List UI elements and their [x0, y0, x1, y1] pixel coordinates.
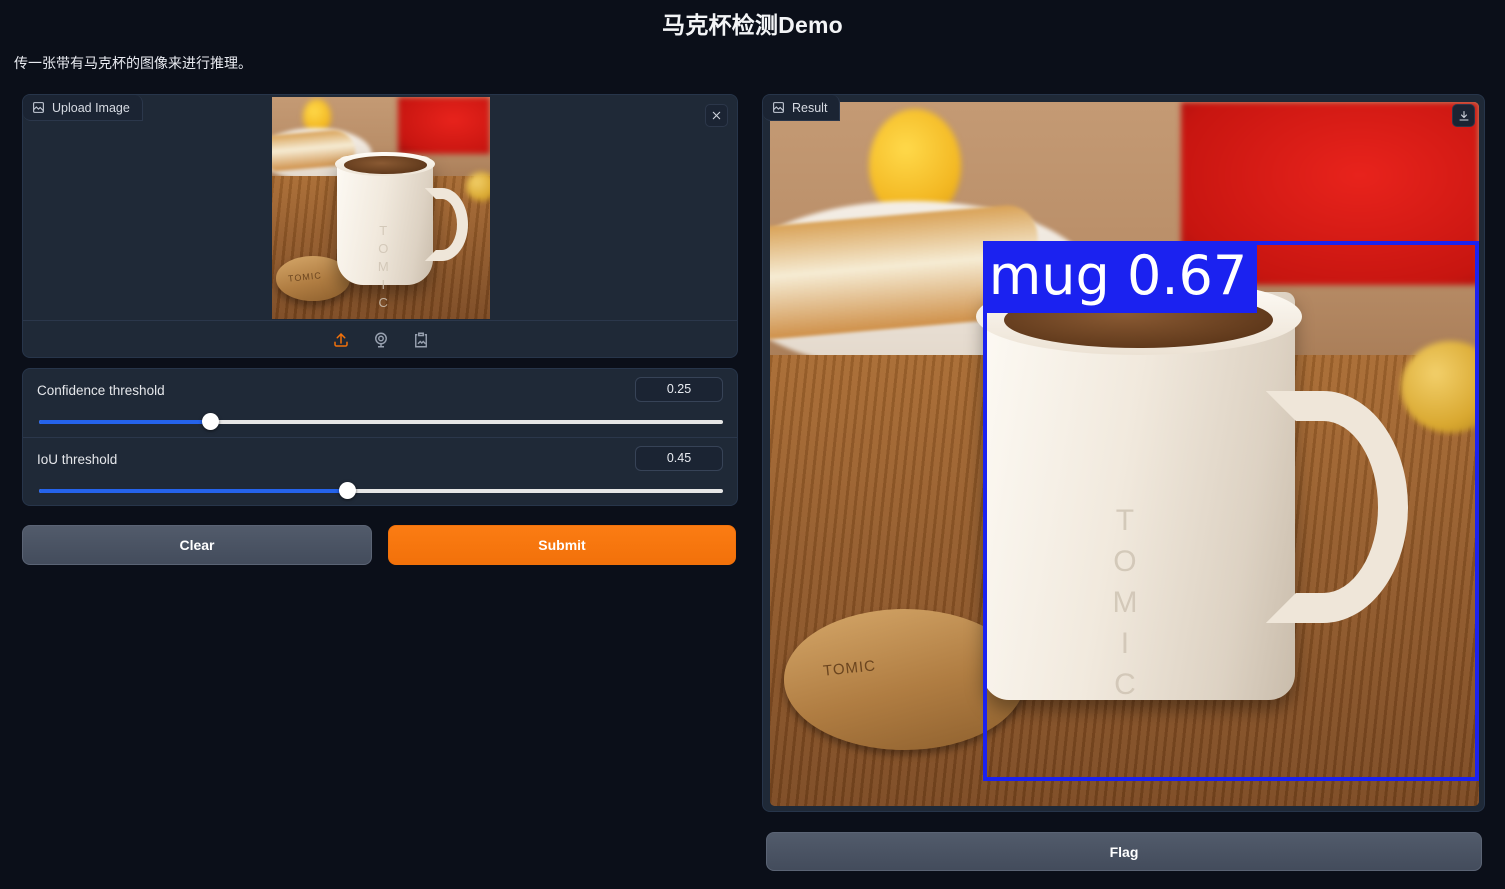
iou-threshold-slider[interactable] — [39, 482, 723, 499]
slider-handle[interactable] — [202, 413, 219, 430]
slider-fill — [39, 489, 347, 493]
mug-brand-text: TOMIC — [375, 223, 391, 314]
photo-red-object — [398, 96, 490, 155]
confidence-threshold-label: Confidence threshold — [37, 383, 165, 398]
confidence-threshold-value[interactable]: 0.25 — [635, 377, 723, 402]
paste-clipboard-icon[interactable] — [410, 329, 432, 351]
upload-image-dropzone[interactable]: TOMIC TOMIC — [23, 95, 737, 320]
download-icon[interactable] — [1452, 104, 1475, 127]
slider-handle[interactable] — [338, 482, 356, 499]
page-subtitle: 传一张带有马克杯的图像来进行推理。 — [14, 55, 252, 71]
webcam-icon[interactable] — [370, 329, 392, 351]
result-tab-label: Result — [792, 100, 828, 115]
image-icon — [772, 101, 785, 114]
upload-image-tab-label: Upload Image — [52, 100, 130, 115]
lid-brand-text: TOMIC — [287, 270, 323, 285]
upload-toolbar — [23, 320, 737, 357]
threshold-settings-panel: Confidence threshold 0.25 IoU threshold … — [22, 368, 738, 506]
detection-bounding-box: mug 0.67 — [982, 240, 1479, 781]
mug-photo: TOMIC TOMIC — [272, 96, 490, 319]
upload-icon[interactable] — [330, 329, 352, 351]
flag-button[interactable]: Flag — [766, 832, 1482, 871]
upload-image-tab: Upload Image — [23, 95, 143, 121]
submit-button[interactable]: Submit — [388, 525, 736, 565]
result-panel: TOMIC TOMIC mug 0.67 Result — [762, 94, 1485, 812]
confidence-threshold-slider[interactable] — [39, 413, 723, 430]
close-icon[interactable] — [705, 104, 728, 127]
uploaded-image-thumbnail[interactable]: TOMIC TOMIC — [272, 96, 490, 319]
clear-button[interactable]: Clear — [22, 525, 372, 565]
iou-threshold-label: IoU threshold — [37, 452, 118, 467]
result-image[interactable]: TOMIC TOMIC mug 0.67 — [770, 102, 1479, 806]
image-icon — [32, 101, 45, 114]
upload-image-panel: TOMIC TOMIC Upload Image — [22, 94, 738, 358]
slider-fill — [39, 420, 210, 424]
iou-threshold-value[interactable]: 0.45 — [635, 446, 723, 471]
detection-label: mug 0.67 — [982, 242, 1258, 313]
page-title: 马克杯检测Demo — [662, 12, 843, 38]
photo-gold-ball — [466, 171, 490, 201]
confidence-threshold-row: Confidence threshold 0.25 — [23, 369, 737, 437]
result-tab: Result — [763, 95, 841, 121]
mug-photo-result: TOMIC TOMIC mug 0.67 — [770, 102, 1479, 806]
lid-brand-text: TOMIC — [821, 656, 877, 680]
app-root: 马克杯检测Demo 传一张带有马克杯的图像来进行推理。 TOMIC TOMIC … — [0, 0, 1505, 889]
iou-threshold-row: IoU threshold 0.45 — [23, 437, 737, 505]
